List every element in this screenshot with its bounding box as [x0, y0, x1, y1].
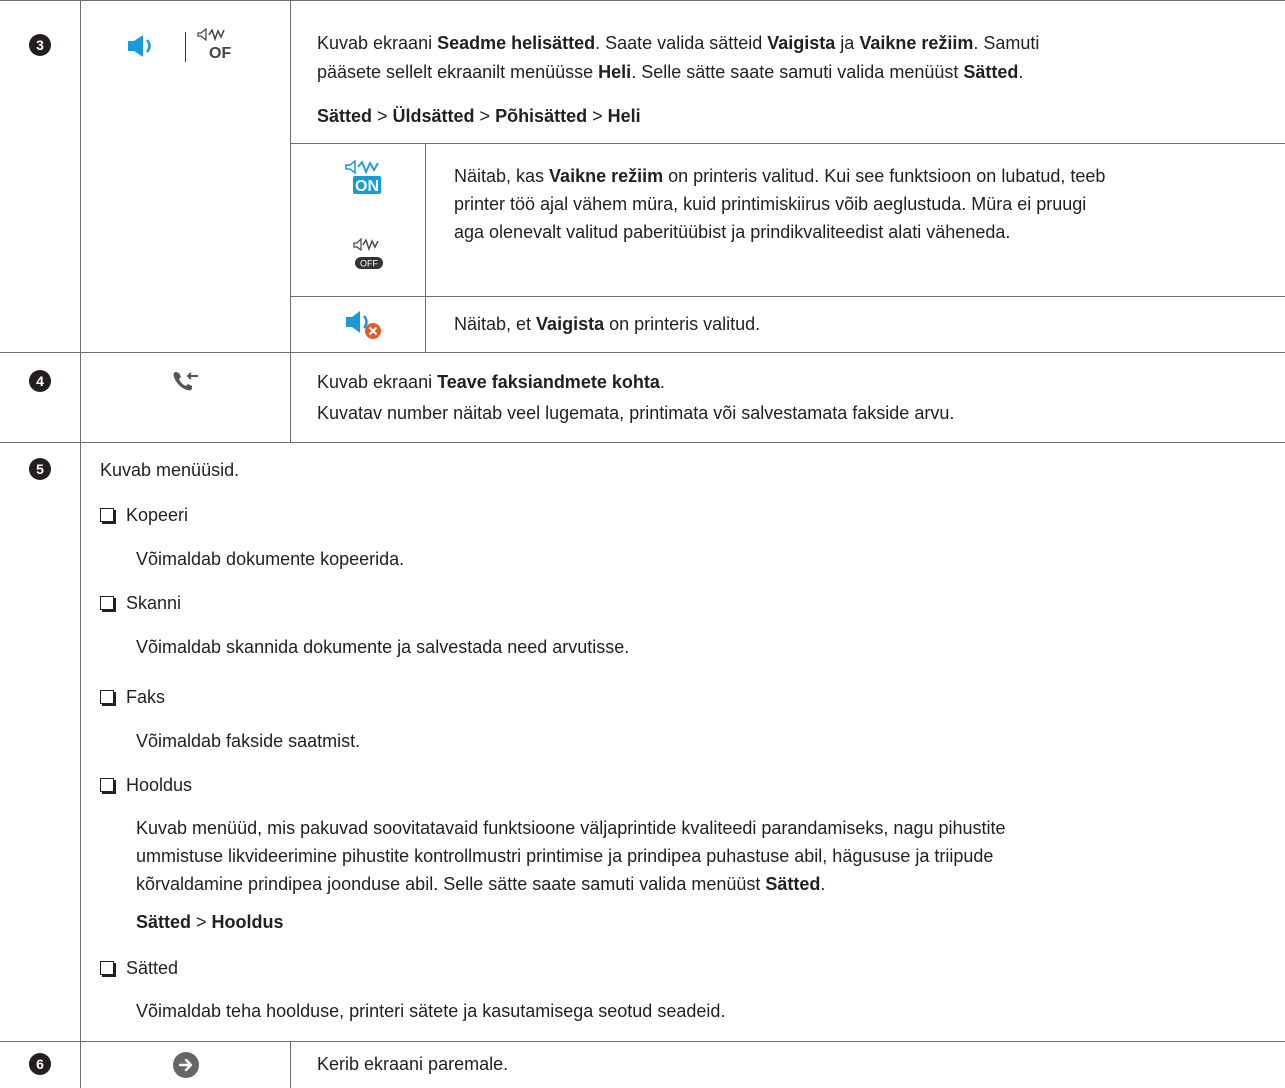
r4-desc-line1: Kuvab ekraani Teave faksiandmete kohta.: [317, 372, 665, 392]
menu-item-copy-desc: Võimaldab dokumente kopeerida.: [136, 549, 405, 569]
table-top-border: [0, 0, 1285, 1]
menu-item-maintenance-desc-l2: ummistuse likvideerimine pihustite kontr…: [136, 846, 994, 866]
svg-text:OFF: OFF: [209, 45, 232, 61]
speaker-icon: [128, 35, 151, 57]
mute-icon: [346, 311, 381, 339]
menu-item-settings-desc: Võimaldab teha hoolduse, printeri sätete…: [136, 1001, 726, 1021]
menu-item-maintenance-path: Sätted > Hooldus: [136, 912, 284, 932]
quiet-mode-desc-line1: Näitab, kas Vaikne režiim on printeris v…: [454, 166, 1106, 186]
row-number-6: 6: [29, 1053, 51, 1075]
row-number-5: 5: [29, 458, 51, 480]
r5-intro: Kuvab menüüsid.: [100, 460, 240, 480]
checkbox-bullet: [100, 778, 114, 792]
svg-text:ON: ON: [355, 178, 379, 195]
menu-item-settings: Sätted: [100, 955, 178, 982]
quiet-mode-desc-line2: printer töö ajal vähem müra, kuid printi…: [454, 194, 1087, 214]
icon-separator: [185, 32, 186, 62]
arrow-right-circle-icon: [173, 1052, 199, 1078]
menu-item-fax: Faks: [100, 684, 165, 711]
row-divider: [0, 442, 1285, 443]
checkbox-bullet: [100, 690, 114, 704]
menu-item-scan-desc: Võimaldab skannida dokumente ja salvesta…: [136, 637, 630, 657]
checkbox-bullet: [100, 596, 114, 610]
r3-desc-line1: Kuvab ekraani Seadme helisätted. Saate v…: [317, 33, 1040, 53]
row-divider: [0, 352, 1285, 353]
r6-desc: Kerib ekraani paremale.: [317, 1054, 509, 1074]
r4-desc-line2: Kuvatav number näitab veel lugemata, pri…: [317, 403, 955, 423]
quiet-mode-off-icon: OFF: [353, 238, 383, 269]
sub-row-divider: [290, 296, 1285, 297]
col-divider: [290, 1041, 291, 1088]
menu-item-copy: Kopeeri: [100, 502, 188, 529]
checkbox-bullet: [100, 508, 114, 522]
sub-row-divider: [290, 143, 1285, 144]
svg-text:OFF: OFF: [360, 259, 378, 269]
menu-item-maintenance-desc-l3: kõrvaldamine prindipea joonduse abil. Se…: [136, 874, 826, 894]
col-divider: [80, 0, 81, 1088]
quiet-mode-on-icon: ON: [345, 160, 381, 195]
r3-desc-line2: pääsete sellelt ekraanilt menüüsse Heli.…: [317, 62, 1024, 82]
checkbox-bullet: [100, 961, 114, 975]
row-number-3: 3: [29, 34, 51, 56]
sub-col-divider: [425, 143, 426, 352]
menu-item-scan: Skanni: [100, 590, 181, 617]
quiet-mode-desc-line3: aga olenevalt valitud paberitüübist ja p…: [454, 222, 1011, 242]
col-divider: [290, 0, 291, 442]
row-number-4: 4: [29, 370, 51, 392]
menu-item-fax-desc: Võimaldab fakside saatmist.: [136, 731, 361, 751]
quiet-off-icon: OFF: [197, 27, 232, 61]
fax-info-icon: [173, 372, 198, 391]
r3-menu-path: Sätted > Üldsätted > Põhisätted > Heli: [317, 106, 641, 126]
menu-item-maintenance: Hooldus: [100, 772, 192, 799]
mute-desc: Näitab, et Vaigista on printeris valitud…: [454, 314, 761, 334]
row-divider: [0, 1041, 1285, 1042]
menu-item-maintenance-desc-l1: Kuvab menüüd, mis pakuvad soovitatavaid …: [136, 818, 1006, 838]
